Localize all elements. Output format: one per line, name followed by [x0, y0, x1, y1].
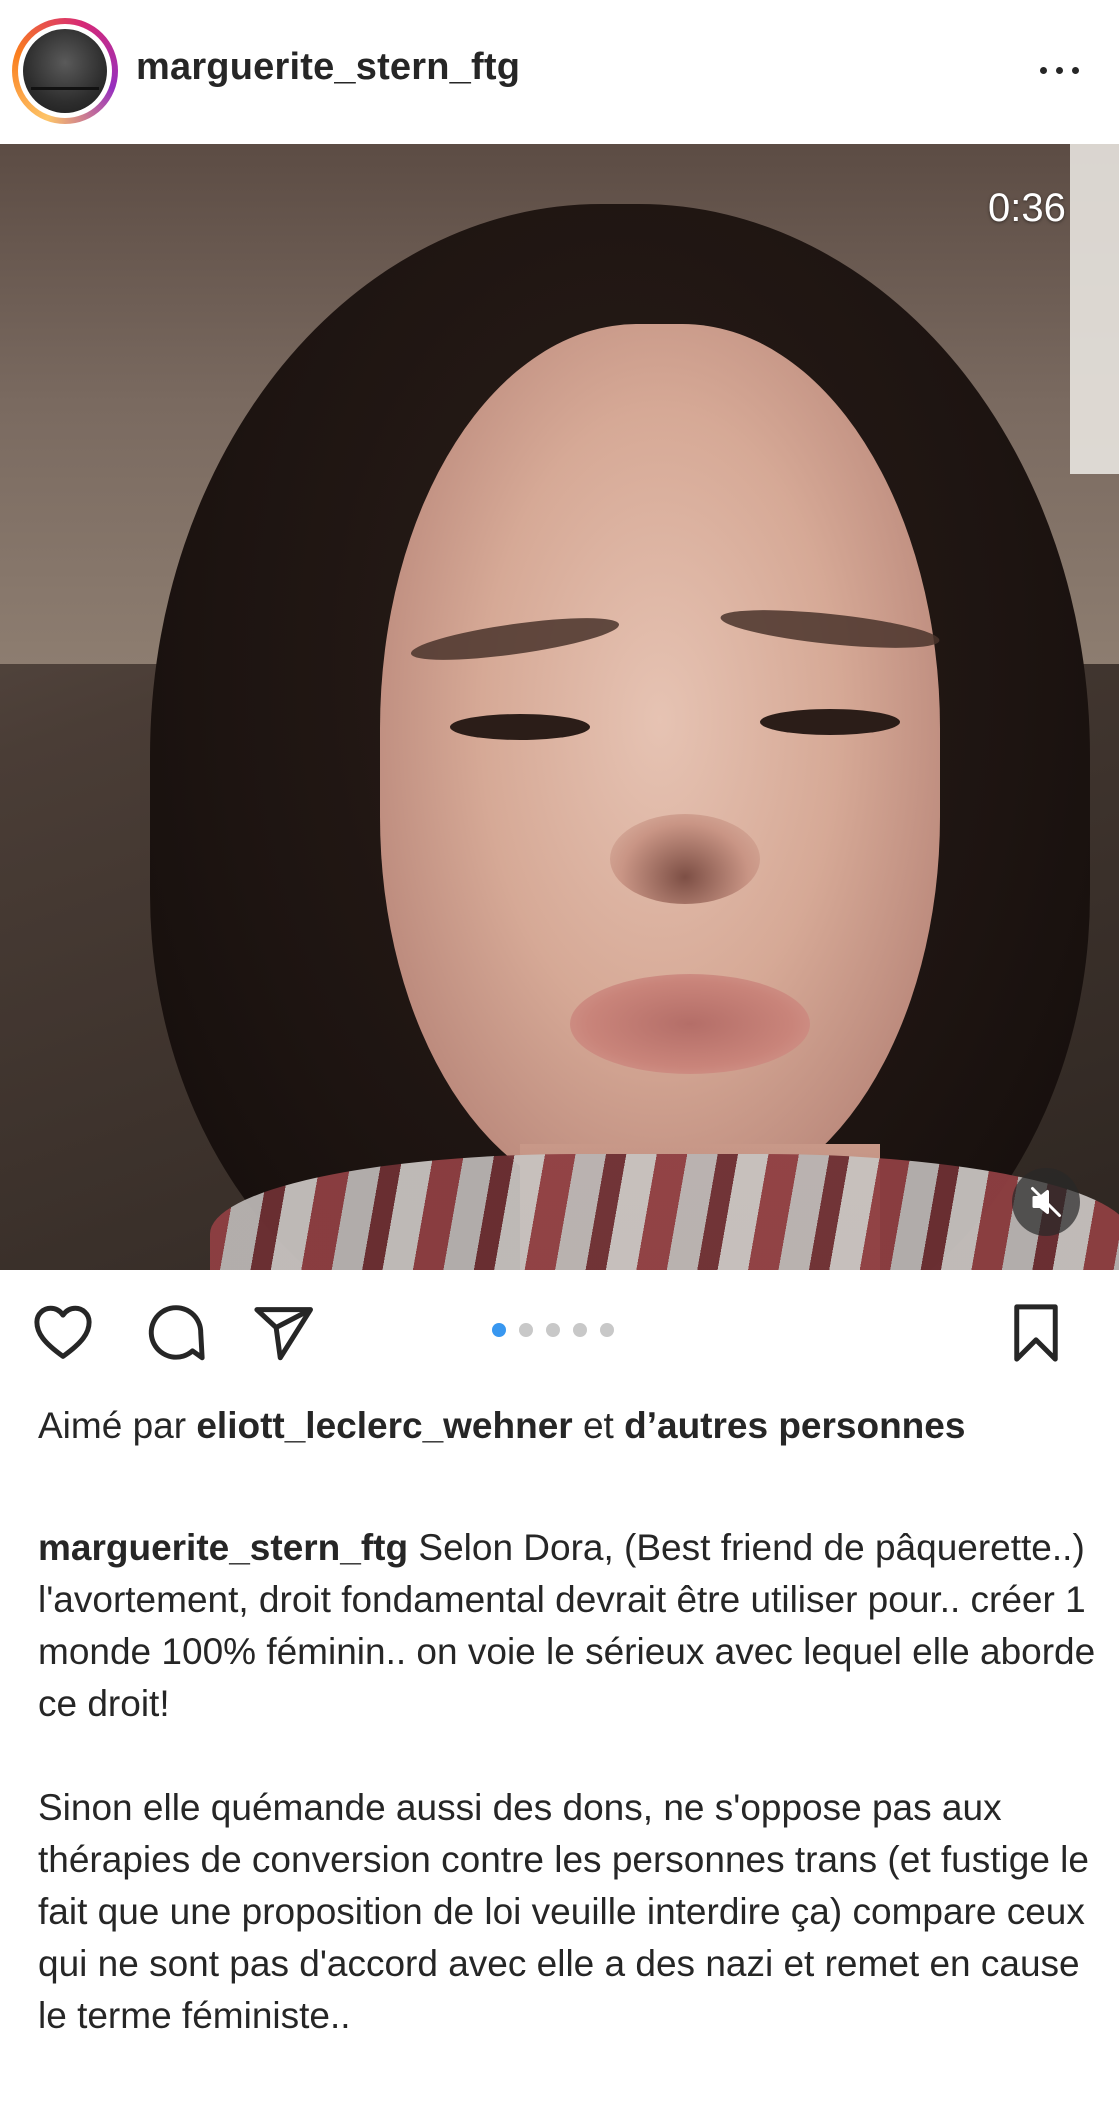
carousel-dot	[519, 1323, 533, 1337]
likes-prefix: Aimé par	[38, 1405, 187, 1446]
post-caption: marguerite_stern_ftg Selon Dora, (Best f…	[38, 1522, 1098, 2042]
carousel-dot	[573, 1323, 587, 1337]
caption-username[interactable]: marguerite_stern_ftg	[38, 1527, 408, 1568]
avatar	[23, 29, 107, 113]
carousel-dot	[600, 1323, 614, 1337]
speaker-muted-icon[interactable]	[1012, 1168, 1080, 1236]
bookmark-icon[interactable]	[1006, 1300, 1066, 1366]
caption-paragraph: marguerite_stern_ftg Selon Dora, (Best f…	[38, 1522, 1098, 1730]
send-icon[interactable]	[250, 1300, 316, 1366]
carousel-dot	[492, 1323, 506, 1337]
likes-others[interactable]: d’autres personnes	[624, 1405, 965, 1446]
likes-summary[interactable]: Aimé par eliott_leclerc_wehner et d’autr…	[38, 1400, 1098, 1452]
caption-paragraph: Sinon elle quémande aussi des dons, ne s…	[38, 1787, 1089, 2036]
avatar-story-ring[interactable]	[12, 18, 118, 124]
likes-connector: et	[582, 1405, 614, 1446]
post-header: marguerite_stern_ftg	[0, 0, 1119, 144]
carousel-dot	[546, 1323, 560, 1337]
heart-icon[interactable]	[30, 1300, 96, 1366]
post-video[interactable]: 0:36	[0, 144, 1119, 1270]
more-horizontal-icon[interactable]	[1030, 50, 1090, 90]
post-username[interactable]: marguerite_stern_ftg	[136, 46, 520, 89]
video-duration: 0:36	[988, 186, 1066, 230]
liked-by-user[interactable]: eliott_leclerc_wehner	[196, 1405, 572, 1446]
comment-icon[interactable]	[143, 1300, 209, 1366]
